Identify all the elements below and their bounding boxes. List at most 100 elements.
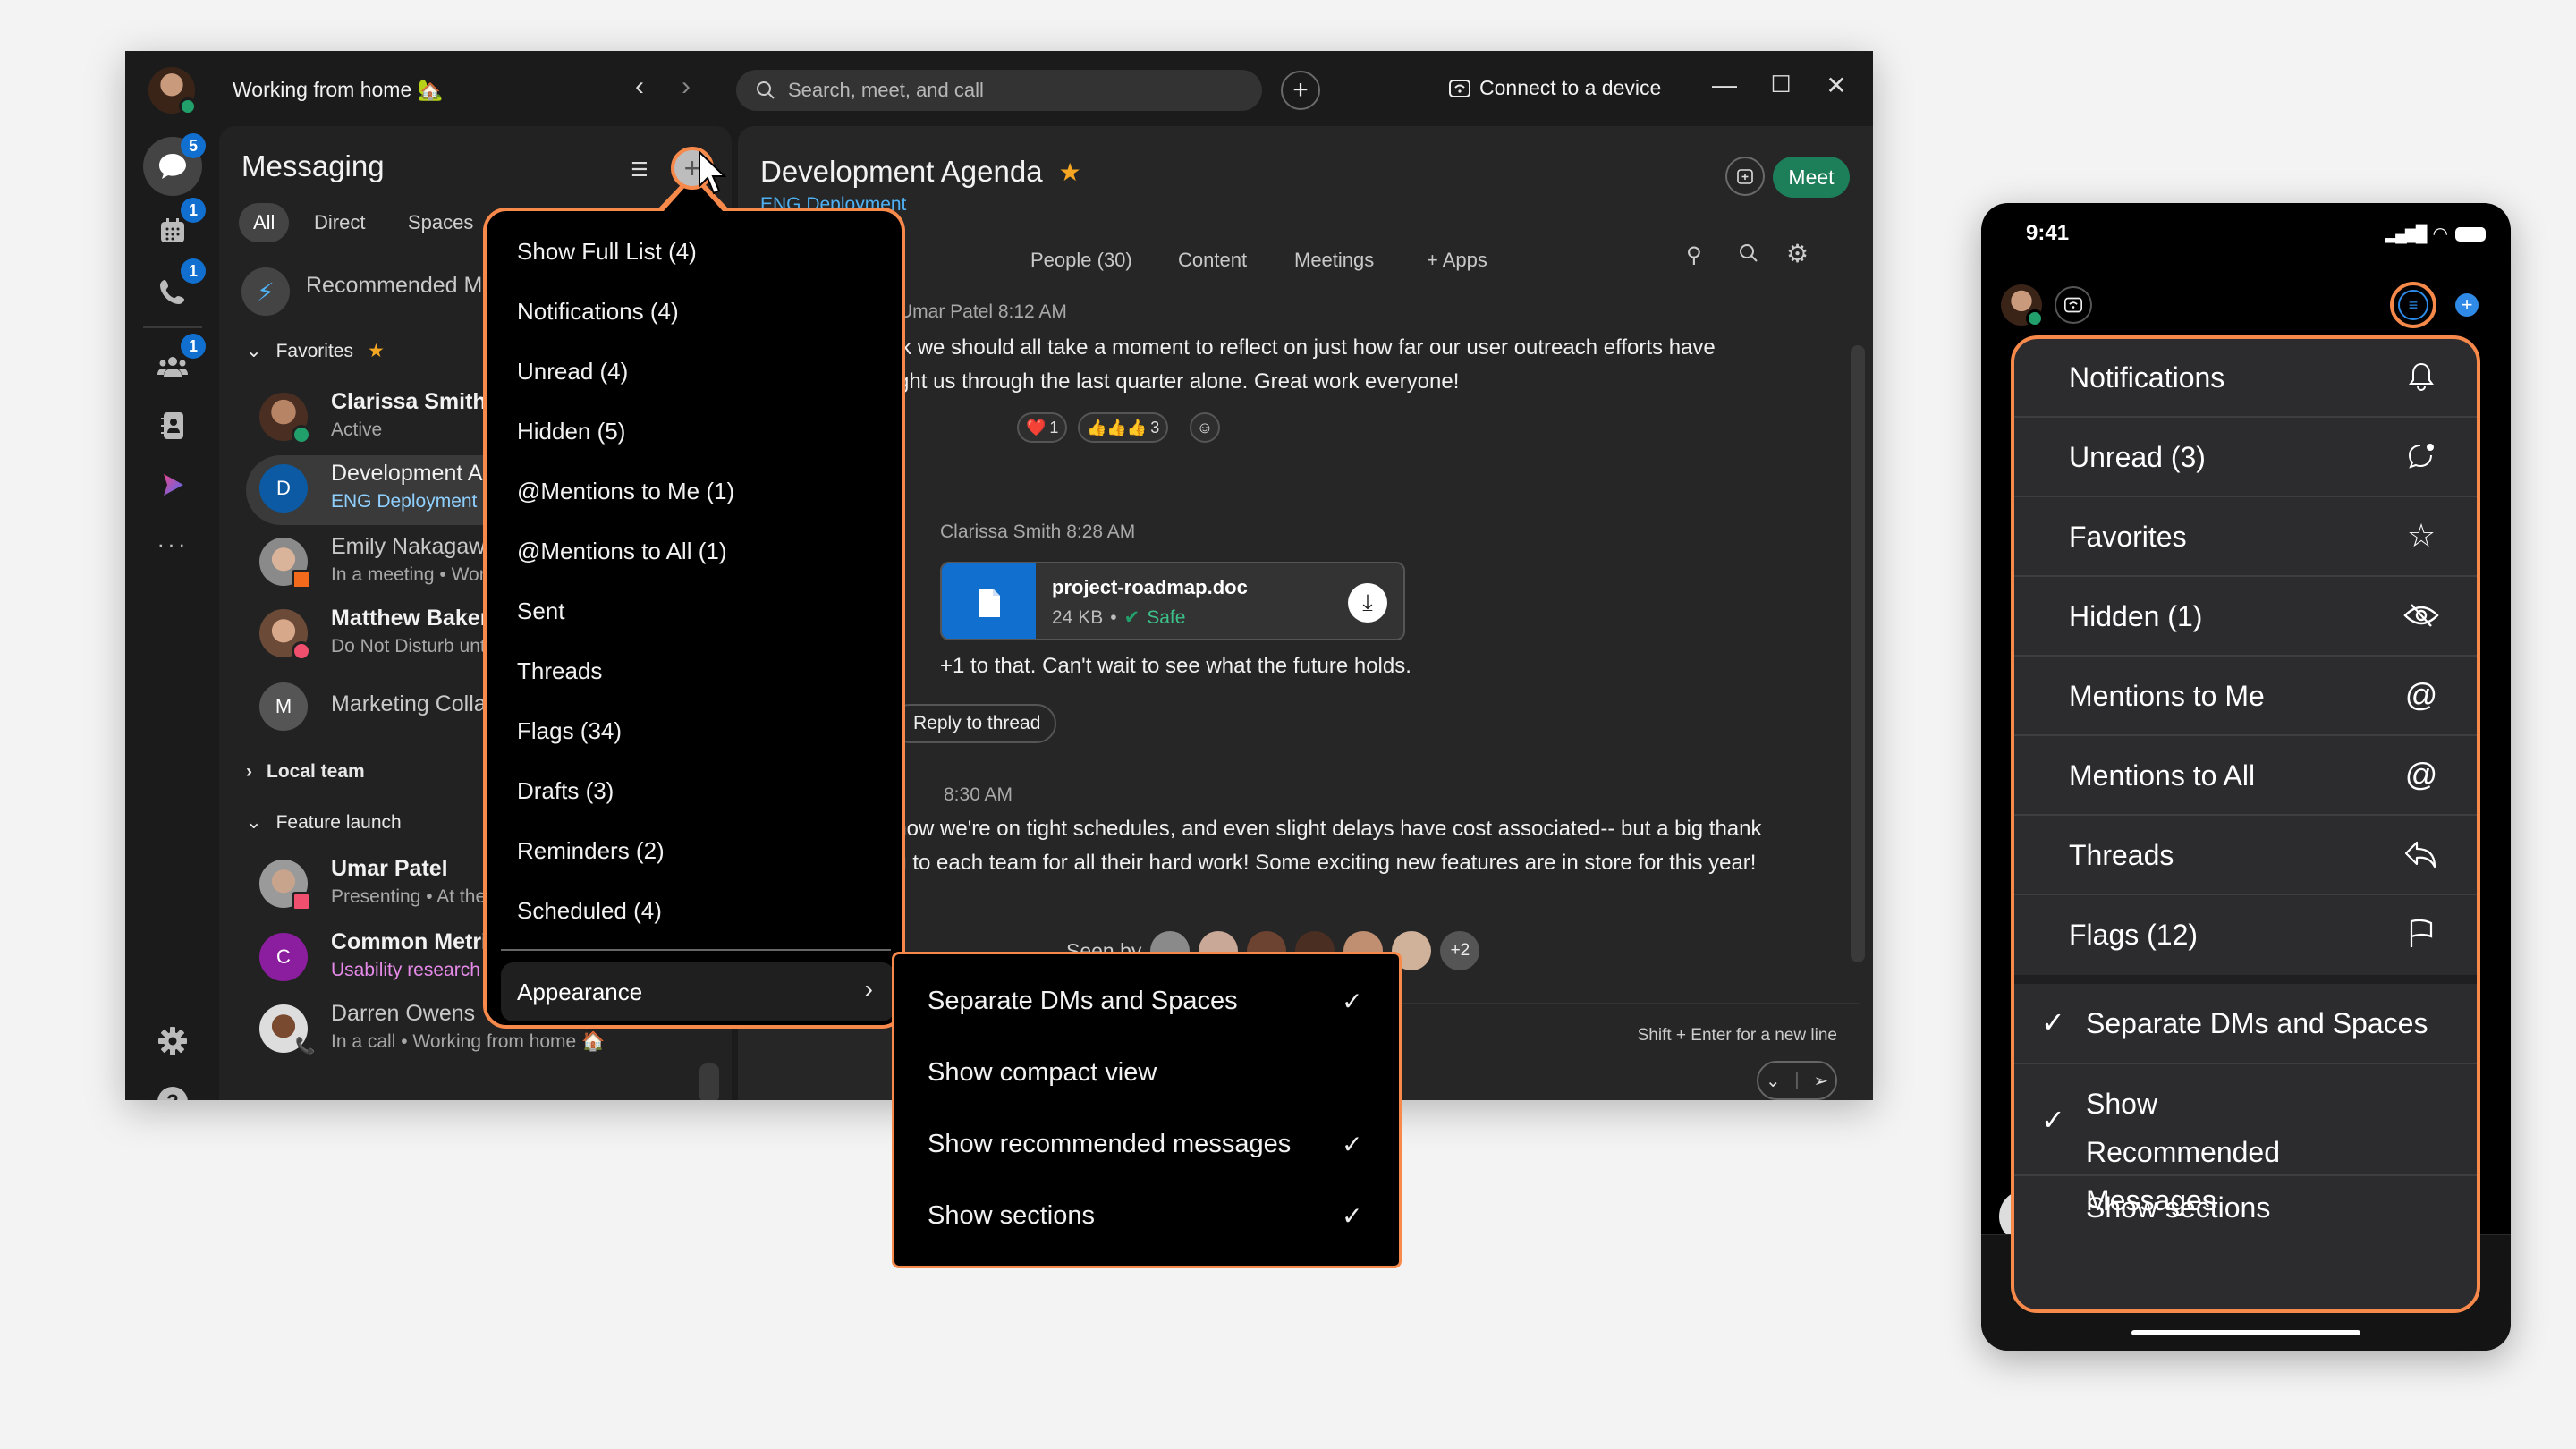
mobile-menu-favorites[interactable]: Favorites ☆ — [2014, 498, 2477, 577]
menu-item-appearance[interactable]: Appearance › — [501, 962, 894, 1021]
rail-vidcast[interactable] — [143, 455, 202, 514]
mobile-option-show-sections[interactable]: Show sections — [2014, 1177, 2477, 1256]
list-scroll-down[interactable] — [699, 1063, 719, 1100]
menu-item-flags[interactable]: Flags (34) — [517, 717, 622, 745]
tab-meetings[interactable]: Meetings — [1294, 249, 1374, 272]
chat-scrollbar[interactable] — [1851, 345, 1865, 962]
section-favorites[interactable]: ⌄ Favorites ★ — [246, 340, 385, 362]
file-attachment[interactable]: project-roadmap.doc 24 KB • ✔ Safe ⤓ — [940, 562, 1405, 640]
signal-icon: ▂▄▆█ — [2385, 225, 2427, 242]
connect-device-button[interactable] — [2055, 286, 2092, 324]
reaction-thumbs[interactable]: 👍👍👍 3 — [1078, 412, 1169, 443]
bell-icon — [2402, 357, 2441, 396]
send-button[interactable]: ⌄ | ➢ — [1757, 1061, 1837, 1100]
menu-item-mentions-me[interactable]: @Mentions to Me (1) — [517, 478, 734, 505]
filter-button[interactable]: ≡ — [2390, 282, 2436, 328]
menu-item-mentions-all[interactable]: @Mentions to All (1) — [517, 538, 726, 565]
filter-tab-direct[interactable]: Direct — [300, 203, 379, 242]
gear-icon — [158, 1027, 187, 1055]
option-compact-view[interactable]: Show compact view — [928, 1058, 1157, 1088]
my-avatar[interactable] — [148, 67, 197, 115]
option-recommended-messages[interactable]: Show recommended messages — [928, 1130, 1291, 1159]
connect-device-button[interactable]: Connect to a device — [1449, 76, 1661, 100]
mobile-menu-flags[interactable]: Flags (12) — [2014, 896, 2477, 975]
reaction-heart[interactable]: ❤️ 1 — [1017, 412, 1068, 443]
menu-item-label: Unread (3) — [2069, 441, 2206, 473]
section-feature-launch[interactable]: ⌄ Feature launch — [246, 811, 402, 834]
mobile-menu-notifications[interactable]: Notifications — [2014, 339, 2477, 418]
send-icon[interactable]: ➢ — [1813, 1070, 1828, 1092]
menu-item-hidden[interactable]: Hidden (5) — [517, 418, 625, 445]
mobile-menu-hidden[interactable]: Hidden (1) — [2014, 578, 2477, 657]
settings-gear-icon[interactable]: ⚙ — [1786, 239, 1809, 268]
calendar-icon — [161, 218, 184, 242]
avatar: M — [259, 682, 308, 731]
settings-button[interactable] — [143, 1012, 202, 1071]
rail-meetings[interactable]: 1 — [143, 198, 206, 260]
menu-item-drafts[interactable]: Drafts (3) — [517, 777, 614, 805]
filter-tab-all[interactable]: All — [239, 203, 290, 242]
messaging-badge: 5 — [181, 133, 206, 158]
menu-item-show-full-list[interactable]: Show Full List (4) — [517, 238, 697, 266]
reply-to-thread-button[interactable]: Reply to thread — [890, 704, 1057, 743]
rail-contacts[interactable] — [143, 396, 202, 455]
play-icon — [164, 474, 183, 496]
smiley-icon: ☺ — [1196, 418, 1214, 436]
close-icon[interactable]: ✕ — [1820, 71, 1852, 100]
search-space-icon[interactable] — [1738, 242, 1759, 268]
section-local-team[interactable]: › Local team — [246, 761, 365, 783]
seen-more-count[interactable]: +2 — [1440, 931, 1480, 970]
avatar: D — [259, 464, 308, 513]
menu-item-sent[interactable]: Sent — [517, 597, 565, 625]
message-text: you to each team for all their hard work… — [872, 851, 1757, 875]
menu-item-scheduled[interactable]: Scheduled (4) — [517, 897, 662, 925]
filter-tab-spaces[interactable]: Spaces — [394, 203, 487, 242]
add-button[interactable]: + — [1281, 71, 1320, 110]
pin-icon[interactable]: ⚲ — [1686, 242, 1702, 268]
new-button[interactable]: + — [2455, 293, 2479, 317]
tab-people[interactable]: People (30) — [1030, 249, 1132, 272]
menu-item-unread[interactable]: Unread (4) — [517, 358, 628, 386]
status-text[interactable]: Working from home 🏡 — [233, 78, 443, 102]
forward-arrow-icon[interactable]: › — [673, 71, 699, 103]
checkmark-icon: ✓ — [1342, 1131, 1363, 1158]
minimize-icon[interactable]: — — [1708, 71, 1741, 99]
title-bar: Working from home 🏡 ‹ › Search, meet, an… — [125, 51, 1873, 126]
document-icon — [942, 564, 1036, 639]
mobile-menu-mentions-me[interactable]: Mentions to Me @ — [2014, 657, 2477, 736]
rail-calling[interactable]: 1 — [143, 258, 206, 321]
wireless-device-icon — [1449, 79, 1470, 97]
add-reaction-button[interactable]: ☺ — [1190, 412, 1220, 443]
my-avatar[interactable] — [2001, 284, 2044, 327]
option-show-sections[interactable]: Show sections — [928, 1201, 1095, 1231]
chevron-down-icon[interactable]: ⌄ — [1766, 1070, 1781, 1092]
mobile-menu-mentions-all[interactable]: Mentions to All @ — [2014, 737, 2477, 816]
more-icon[interactable]: ··· — [143, 514, 202, 573]
help-button[interactable]: ? — [143, 1072, 202, 1100]
mobile-menu-unread[interactable]: Unread (3) — [2014, 419, 2477, 497]
conversation-sub: In a call • Working from home 🏠 — [331, 1031, 606, 1052]
mobile-menu-threads[interactable]: Threads — [2014, 817, 2477, 895]
menu-item-reminders[interactable]: Reminders (2) — [517, 837, 665, 865]
tab-apps[interactable]: + Apps — [1427, 249, 1487, 272]
rail-messaging[interactable]: 5 — [143, 133, 206, 196]
tab-content[interactable]: Content — [1178, 249, 1247, 272]
option-separate-dms[interactable]: Separate DMs and Spaces — [928, 987, 1238, 1016]
favorite-star-icon[interactable]: ★ — [1059, 157, 1081, 187]
menu-item-notifications[interactable]: Notifications (4) — [517, 298, 679, 326]
avatar: C — [259, 933, 308, 981]
mobile-option-separate-dms[interactable]: ✓ Separate DMs and Spaces — [2014, 984, 2477, 1064]
download-icon[interactable]: ⤓ — [1348, 583, 1387, 623]
rail-teams[interactable]: 1 — [143, 334, 206, 396]
reply-icon — [2402, 835, 2441, 874]
conversation-name: Umar Patel — [331, 856, 448, 881]
filter-list-icon[interactable]: ☰ — [631, 158, 648, 182]
mobile-option-recommended[interactable]: ✓ Show Recommended Messages — [2014, 1065, 2477, 1216]
presence-presenting-icon — [292, 892, 311, 911]
schedule-meeting-button[interactable] — [1725, 157, 1765, 196]
menu-item-threads[interactable]: Threads — [517, 657, 602, 685]
search-input[interactable]: Search, meet, and call — [736, 70, 1262, 111]
maximize-icon[interactable]: ☐ — [1765, 71, 1797, 98]
back-arrow-icon[interactable]: ‹ — [626, 71, 653, 103]
meet-button[interactable]: Meet — [1773, 157, 1850, 198]
